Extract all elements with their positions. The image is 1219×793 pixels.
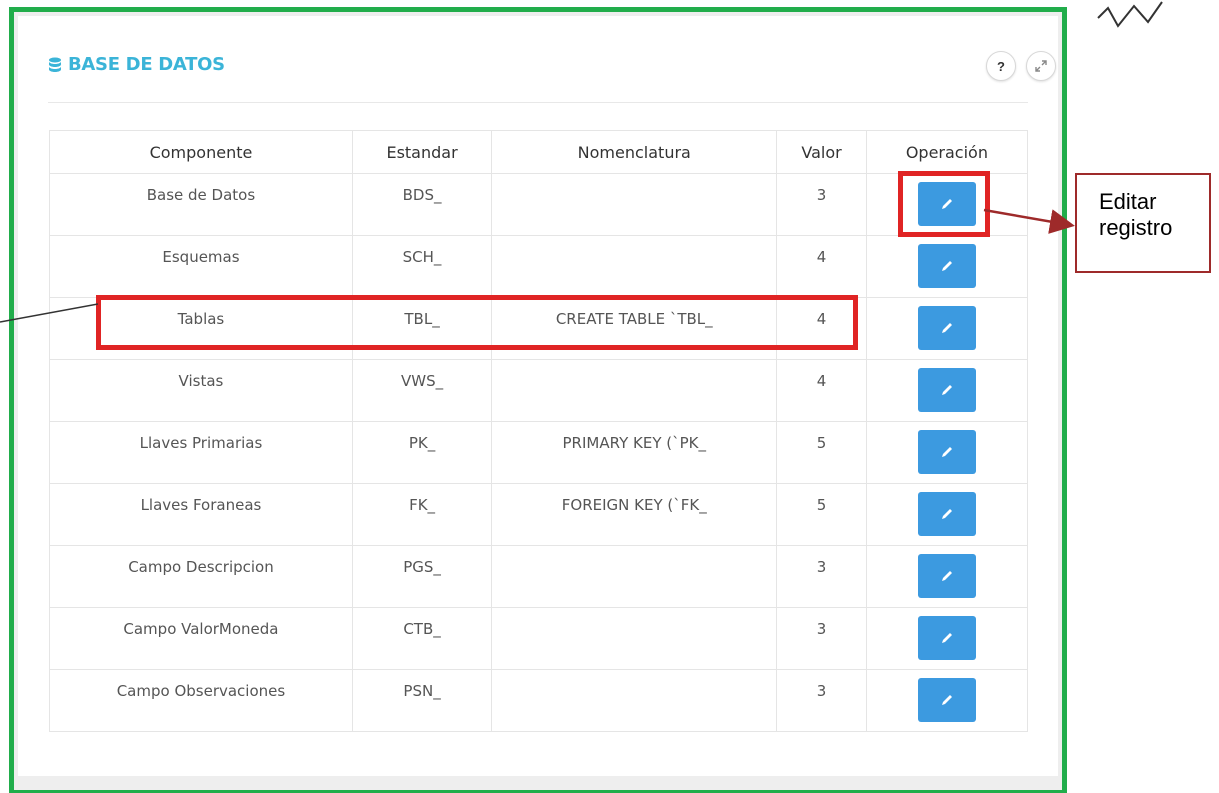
pencil-icon: [941, 385, 952, 395]
cell-componente: Base de Datos: [49, 173, 353, 236]
cell-operacion: [865, 359, 1029, 422]
header-valor[interactable]: Valor: [776, 130, 867, 174]
cell-nomenclatura: [491, 607, 778, 670]
table-row: Campo Observaciones PSN_ 3: [49, 669, 1029, 732]
panel-title: BASE DE DATOS: [48, 54, 225, 75]
callout-line-2: registro: [1099, 215, 1173, 240]
cell-componente: Campo Observaciones: [49, 669, 353, 732]
expand-button[interactable]: [1026, 51, 1056, 81]
cell-valor: 3: [776, 669, 867, 732]
cell-operacion: [865, 235, 1029, 298]
cell-nomenclatura: FOREIGN KEY (`FK_: [491, 483, 778, 546]
cell-componente: Campo ValorMoneda: [49, 607, 353, 670]
pencil-icon: [941, 695, 952, 705]
expand-icon: [1035, 60, 1047, 72]
cell-operacion: [865, 297, 1029, 360]
table-header-row: Componente Estandar Nomenclatura Valor O…: [49, 130, 1029, 174]
cell-nomenclatura: [491, 235, 778, 298]
cell-componente: Llaves Foraneas: [49, 483, 353, 546]
cell-nomenclatura: [491, 359, 778, 422]
cell-estandar: PK_: [351, 421, 493, 484]
cell-operacion: [865, 483, 1029, 546]
edit-button[interactable]: [917, 244, 976, 288]
cell-estandar: PSN_: [351, 669, 493, 732]
database-icon: [49, 57, 61, 72]
edit-button[interactable]: [917, 492, 976, 536]
screenshot-stage: BASE DE DATOS ? Componente Estandar Nome…: [0, 0, 1219, 793]
table-row: Esquemas SCH_ 4: [49, 235, 1029, 298]
edit-button[interactable]: [917, 616, 976, 660]
question-icon: ?: [997, 58, 1005, 74]
cell-estandar: BDS_: [351, 173, 493, 236]
cell-valor: 3: [776, 607, 867, 670]
panel-header: BASE DE DATOS ?: [48, 16, 1056, 103]
edit-button[interactable]: [917, 368, 976, 412]
edit-button[interactable]: [917, 678, 976, 722]
cell-valor: 3: [776, 173, 867, 236]
header-componente[interactable]: Componente: [49, 130, 353, 174]
table-row: Vistas VWS_ 4: [49, 359, 1029, 422]
header-nomenclatura[interactable]: Nomenclatura: [491, 130, 778, 174]
edit-button[interactable]: [917, 306, 976, 350]
help-button[interactable]: ?: [986, 51, 1016, 81]
cell-valor: 4: [776, 235, 867, 298]
table-row: Campo Descripcion PGS_ 3: [49, 545, 1029, 608]
pencil-icon: [941, 633, 952, 643]
cell-operacion: [865, 607, 1029, 670]
callout-line-1: Editar: [1099, 189, 1157, 214]
annotation-arrow: [983, 208, 1075, 234]
cell-estandar: PGS_: [351, 545, 493, 608]
pencil-icon: [941, 323, 952, 333]
cell-componente: Vistas: [49, 359, 353, 422]
decorative-zigzag-icon: [1097, 1, 1163, 28]
cell-nomenclatura: [491, 173, 778, 236]
cell-nomenclatura: [491, 545, 778, 608]
cell-valor: 5: [776, 421, 867, 484]
components-table: Componente Estandar Nomenclatura Valor O…: [49, 130, 1029, 732]
table-row: Llaves Primarias PK_ PRIMARY KEY (`PK_ 5: [49, 421, 1029, 484]
panel-title-text: BASE DE DATOS: [68, 54, 225, 75]
table-row: Llaves Foraneas FK_ FOREIGN KEY (`FK_ 5: [49, 483, 1029, 546]
table-row: Campo ValorMoneda CTB_ 3: [49, 607, 1029, 670]
pencil-icon: [941, 509, 952, 519]
pencil-icon: [941, 261, 952, 271]
editar-registro-callout: Editar registro: [1075, 173, 1211, 273]
cell-operacion: [865, 545, 1029, 608]
pencil-icon: [941, 571, 952, 581]
cell-valor: 5: [776, 483, 867, 546]
cell-valor: 3: [776, 545, 867, 608]
cell-operacion: [865, 669, 1029, 732]
table-row: Base de Datos BDS_ 3: [49, 173, 1029, 236]
cell-componente: Esquemas: [49, 235, 353, 298]
header-estandar[interactable]: Estandar: [351, 130, 493, 174]
edit-button-highlight: [898, 171, 990, 237]
header-operacion: Operación: [865, 130, 1029, 174]
cell-estandar: CTB_: [351, 607, 493, 670]
annotation-line: [0, 303, 98, 323]
cell-estandar: VWS_: [351, 359, 493, 422]
cell-operacion: [865, 421, 1029, 484]
cell-estandar: SCH_: [351, 235, 493, 298]
cell-nomenclatura: PRIMARY KEY (`PK_: [491, 421, 778, 484]
cell-valor: 4: [776, 359, 867, 422]
pencil-icon: [941, 447, 952, 457]
edit-button[interactable]: [917, 430, 976, 474]
cell-estandar: FK_: [351, 483, 493, 546]
cell-nomenclatura: [491, 669, 778, 732]
edit-button[interactable]: [917, 554, 976, 598]
tablas-row-highlight: [96, 295, 858, 350]
cell-componente: Llaves Primarias: [49, 421, 353, 484]
cell-componente: Campo Descripcion: [49, 545, 353, 608]
